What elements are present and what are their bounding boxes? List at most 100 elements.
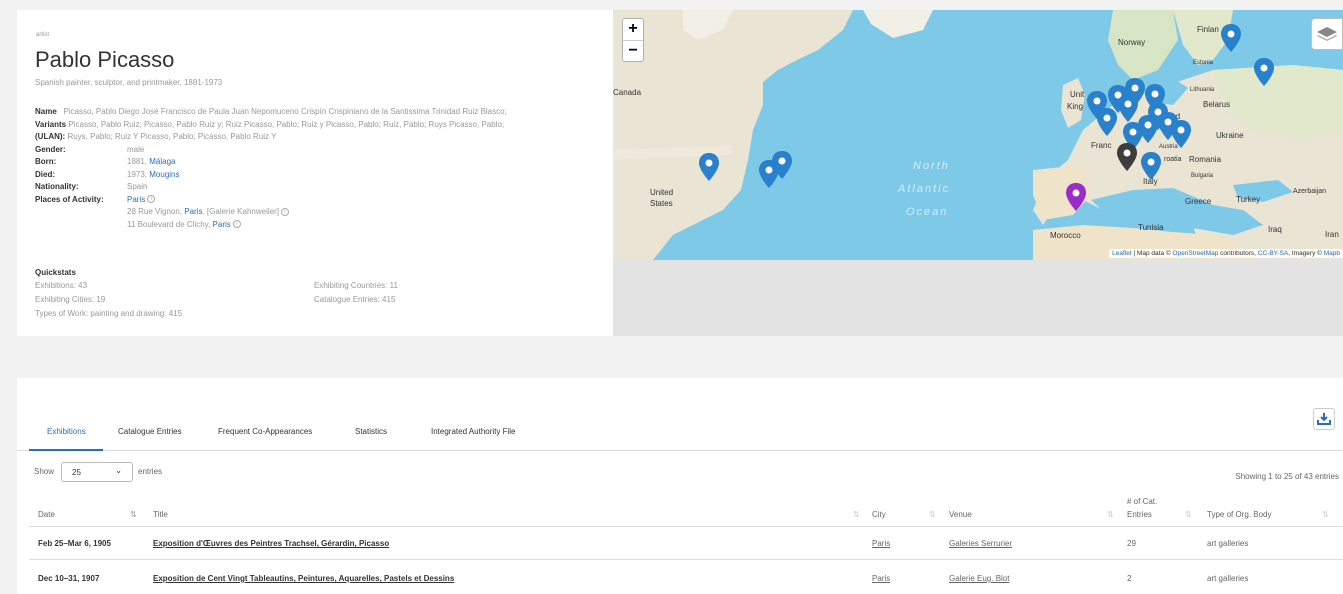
cell-entries: 2 — [1127, 574, 1132, 583]
entity-type-label: artist — [36, 32, 50, 38]
place-link-paris[interactable]: Paris — [184, 207, 202, 216]
zoom-out-button[interactable]: − — [623, 40, 643, 61]
page-size-value: 25 — [72, 468, 81, 477]
sort-icon[interactable]: ⇅ — [1185, 510, 1192, 519]
nationality-value: Spain — [127, 182, 148, 191]
variants-label: Variants — [35, 119, 67, 129]
column-header-city[interactable]: City — [872, 510, 886, 519]
gender-label: Gender: — [35, 144, 66, 154]
attribution-text: , Imagery © — [1288, 250, 1324, 257]
artist-profile-card: artist Pablo Picasso Spanish painter, sc… — [17, 10, 613, 336]
cell-org-type: art galleries — [1207, 574, 1249, 583]
quickstat-exhibitions: Exhibitions: 43 — [35, 281, 88, 290]
layers-button[interactable] — [1311, 18, 1343, 50]
quickstats-title: Quickstats — [35, 268, 76, 277]
quickstat-entries: Catalogue Entries: 415 — [314, 295, 396, 304]
chevron-down-icon: ⌄ — [115, 466, 122, 475]
tab-integrated-authority-file[interactable]: Integrated Authority File — [431, 427, 516, 436]
table-info: Showing 1 to 25 of 43 entries — [1235, 472, 1339, 481]
show-label: Show — [34, 467, 55, 476]
download-icon — [1317, 413, 1331, 425]
artist-description: Spanish painter, sculptor, and printmake… — [35, 78, 223, 87]
column-header-cat-entries[interactable]: # of Cat. Entries — [1127, 497, 1157, 519]
map-marker[interactable] — [1097, 108, 1117, 136]
column-header-venue[interactable]: Venue — [949, 510, 972, 519]
places-row-2: 28 Rue Vignon, Paris, [Galerie Kahnweile… — [35, 206, 610, 219]
tab-bar: Exhibitions Catalogue Entries Frequent C… — [17, 418, 1343, 451]
quickstat-cities: Exhibiting Cities: 19 — [35, 295, 106, 304]
attribution-text: | Map data © — [1131, 250, 1173, 257]
tab-frequent-co-appearances[interactable]: Frequent Co-Appearances — [218, 427, 312, 436]
ulan-row: (ULAN): Ruys, Pablo; Ruiz Y Picasso, Pab… — [35, 131, 610, 144]
died-place-link[interactable]: Mougins — [149, 170, 179, 179]
variants-row: Variants Picasso, Pablo Ruiz; Picasso, P… — [35, 119, 610, 132]
zoom-in-button[interactable]: + — [623, 19, 643, 40]
place-link-paris[interactable]: Paris — [127, 195, 145, 204]
gender-value: male — [127, 144, 145, 154]
osm-link[interactable]: OpenStreetMap — [1172, 250, 1218, 257]
place-address: 11 Boulevard de Clichy, — [127, 219, 211, 229]
nationality-row: Nationality: Spain — [35, 181, 610, 194]
cell-venue-link[interactable]: Galerie Eug. Blot — [949, 574, 1009, 583]
sort-icon[interactable]: ⇅ — [853, 510, 860, 519]
map-marker[interactable] — [1221, 24, 1241, 52]
attribution-text: contributors, — [1218, 250, 1258, 257]
sort-icon[interactable]: ⇅ — [1107, 510, 1114, 519]
place-venue: , [Galerie Kahnweiler] — [202, 207, 279, 216]
name-value: Picasso, Pablo Diego José Francisco de P… — [63, 107, 507, 116]
leaflet-link[interactable]: Leaflet — [1112, 250, 1132, 257]
mapbox-link[interactable]: Mapb — [1324, 250, 1340, 257]
column-header-date[interactable]: Date — [38, 510, 55, 519]
map-marker[interactable] — [1171, 120, 1191, 148]
row-divider — [29, 559, 1343, 560]
map-marker[interactable] — [699, 153, 719, 181]
variants-value-cont: Ruys, Pablo; Ruiz Y Picasso, Pablo; Pica… — [67, 132, 277, 141]
died-row: Died: 1973, Mougins — [35, 169, 610, 182]
cell-city-link[interactable]: Paris — [872, 539, 890, 548]
map-markers — [699, 24, 1274, 211]
column-header-title[interactable]: Title — [153, 510, 168, 519]
sort-icon[interactable]: ⇅ — [130, 510, 137, 519]
gender-row: Gender: male — [35, 144, 610, 157]
cell-org-type: art galleries — [1207, 539, 1249, 548]
tab-exhibitions[interactable]: Exhibitions — [47, 427, 86, 436]
map-marker-selected[interactable] — [1117, 143, 1137, 171]
column-header-org-type[interactable]: Type of Org. Body — [1207, 510, 1271, 519]
map-marker[interactable] — [1141, 152, 1161, 180]
map-marker-highlight[interactable] — [1066, 183, 1086, 211]
sort-icon[interactable]: ⇅ — [929, 510, 936, 519]
places-row-3: 11 Boulevard de Clichy, Paris i — [35, 219, 610, 232]
places-row: Places of Activity: Paris i — [35, 194, 610, 207]
artist-info: Name Picasso, Pablo Diego José Francisco… — [35, 106, 610, 231]
tab-statistics[interactable]: Statistics — [355, 427, 387, 436]
cell-date: Dec 10–31, 1907 — [38, 574, 100, 583]
page-size-select[interactable]: 25 ⌄ — [61, 462, 133, 482]
export-button[interactable] — [1313, 408, 1335, 430]
died-year: 1973, — [127, 169, 148, 179]
place-link-paris[interactable]: Paris — [213, 220, 231, 229]
name-label: Name — [35, 107, 57, 116]
header-line: Entries — [1127, 510, 1152, 519]
tab-catalogue-entries[interactable]: Catalogue Entries — [118, 427, 182, 436]
born-place-link[interactable]: Málaga — [149, 157, 175, 166]
artist-name: Pablo Picasso — [35, 47, 175, 72]
cell-city-link[interactable]: Paris — [872, 574, 890, 583]
cell-title-link[interactable]: Exposition d'Œuvres des Peintres Trachse… — [153, 539, 389, 548]
sort-icon[interactable]: ⇅ — [1322, 510, 1329, 519]
exhibition-map[interactable]: Canada United States Norway Finlan Eston… — [613, 10, 1343, 260]
info-icon[interactable]: i — [232, 220, 241, 229]
map-marker[interactable] — [1254, 58, 1274, 86]
map-footer-area — [613, 260, 1343, 336]
nationality-label: Nationality: — [35, 182, 79, 191]
cell-date: Feb 25–Mar 6, 1905 — [38, 539, 111, 548]
cell-entries: 29 — [1127, 539, 1136, 548]
map-marker[interactable] — [1138, 115, 1158, 143]
info-icon[interactable]: i — [280, 207, 289, 216]
cell-title-link[interactable]: Exposition de Cent Vingt Tableautins, Pe… — [153, 574, 454, 583]
info-icon[interactable]: i — [147, 195, 156, 204]
cc-link[interactable]: CC-BY-SA — [1258, 250, 1288, 257]
cell-venue-link[interactable]: Galeries Serrurier — [949, 539, 1012, 548]
layers-icon — [1317, 27, 1337, 41]
active-tab-indicator — [29, 449, 103, 451]
born-row: Born: 1881, Málaga — [35, 156, 610, 169]
